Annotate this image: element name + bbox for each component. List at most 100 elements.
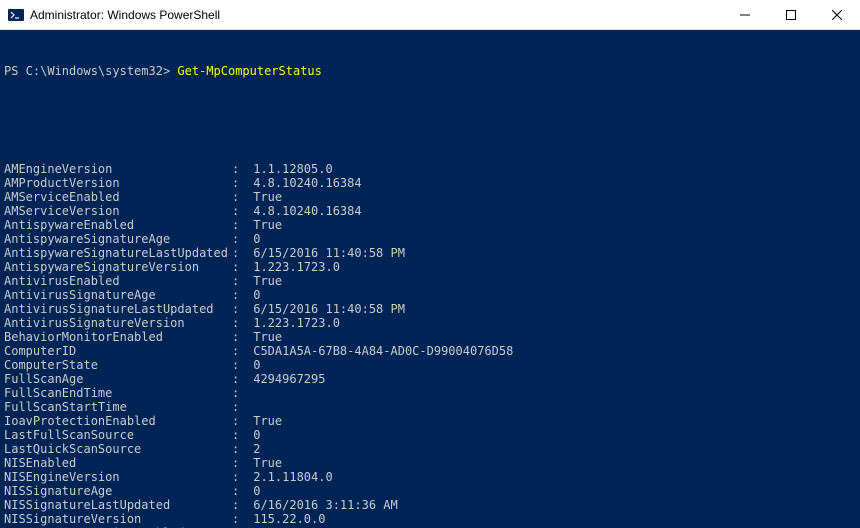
output-value: True [246, 414, 282, 428]
output-value: 1.1.12805.0 [246, 162, 333, 176]
output-separator: : [232, 274, 246, 288]
output-value: True [246, 330, 282, 344]
output-row: ComputerID: C5DA1A5A-67B8-4A84-AD0C-D990… [4, 344, 856, 358]
output-row: NISEnabled: True [4, 456, 856, 470]
output-value: 4.8.10240.16384 [246, 204, 362, 218]
output-key: ComputerState [4, 358, 232, 372]
output-separator: : [232, 246, 246, 260]
output-value: 6/15/2016 11:40:58 PM [246, 302, 405, 316]
output-value: 0 [246, 428, 260, 442]
output-row: ComputerState: 0 [4, 358, 856, 372]
output-row: FullScanAge: 4294967295 [4, 372, 856, 386]
output-key: AMProductVersion [4, 176, 232, 190]
output-value: 6/15/2016 11:40:58 PM [246, 246, 405, 260]
output-key: ComputerID [4, 344, 232, 358]
output-separator: : [232, 484, 246, 498]
output-value: True [246, 218, 282, 232]
output-value: 4.8.10240.16384 [246, 176, 362, 190]
output-key: FullScanAge [4, 372, 232, 386]
output-row: FullScanStartTime: [4, 400, 856, 414]
window-title: Administrator: Windows PowerShell [30, 8, 722, 22]
output-row: NISSignatureVersion: 115.22.0.0 [4, 512, 856, 526]
output-key: LastFullScanSource [4, 428, 232, 442]
window-controls [722, 0, 860, 29]
output-value: True [246, 456, 282, 470]
output-value: True [246, 190, 282, 204]
prompt-line-1: PS C:\Windows\system32> Get-MpComputerSt… [4, 64, 856, 78]
output-row: LastFullScanSource: 0 [4, 428, 856, 442]
output-separator: : [232, 456, 246, 470]
output-separator: : [232, 260, 246, 274]
output-value: 115.22.0.0 [246, 512, 325, 526]
output-separator: : [232, 330, 246, 344]
output-value: 4294967295 [246, 372, 325, 386]
output-row: AntispywareSignatureAge: 0 [4, 232, 856, 246]
output-value: 2 [246, 442, 260, 456]
output-separator: : [232, 442, 246, 456]
output-row: NISSignatureLastUpdated: 6/16/2016 3:11:… [4, 498, 856, 512]
maximize-button[interactable] [768, 0, 814, 29]
output-row: NISSignatureAge: 0 [4, 484, 856, 498]
minimize-button[interactable] [722, 0, 768, 29]
output-row: AntispywareSignatureLastUpdated: 6/15/20… [4, 246, 856, 260]
output-key: AntispywareSignatureVersion [4, 260, 232, 274]
output-separator: : [232, 204, 246, 218]
output-key: NISEngineVersion [4, 470, 232, 484]
output-key: AMServiceEnabled [4, 190, 232, 204]
output-row: LastQuickScanSource: 2 [4, 442, 856, 456]
output-separator: : [232, 414, 246, 428]
output-key: AntivirusSignatureVersion [4, 316, 232, 330]
output-row: AntispywareEnabled: True [4, 218, 856, 232]
output-separator: : [232, 512, 246, 526]
output-value: True [246, 274, 282, 288]
output-value: 2.1.11804.0 [246, 470, 333, 484]
prompt-prefix: PS C:\Windows\system32> [4, 64, 177, 78]
output-separator: : [232, 372, 246, 386]
output-key: LastQuickScanSource [4, 442, 232, 456]
output-row: AMServiceEnabled: True [4, 190, 856, 204]
output-row: AMEngineVersion: 1.1.12805.0 [4, 162, 856, 176]
output-key: NISSignatureLastUpdated [4, 498, 232, 512]
output-separator: : [232, 400, 246, 414]
output-value: 1.223.1723.0 [246, 316, 340, 330]
output-key: AntispywareEnabled [4, 218, 232, 232]
command-output: AMEngineVersion: 1.1.12805.0AMProductVer… [4, 162, 856, 528]
output-value: 0 [246, 288, 260, 302]
output-separator: : [232, 344, 246, 358]
prompt-command: Get-MpComputerStatus [177, 64, 322, 78]
output-row: AntivirusEnabled: True [4, 274, 856, 288]
output-row: IoavProtectionEnabled: True [4, 414, 856, 428]
terminal-area[interactable]: PS C:\Windows\system32> Get-MpComputerSt… [0, 30, 860, 528]
output-value: C5DA1A5A-67B8-4A84-AD0C-D99004076D58 [246, 344, 513, 358]
output-row: NISEngineVersion: 2.1.11804.0 [4, 470, 856, 484]
output-row: FullScanEndTime: [4, 386, 856, 400]
output-separator: : [232, 232, 246, 246]
output-row: AMServiceVersion: 4.8.10240.16384 [4, 204, 856, 218]
output-key: AntivirusSignatureLastUpdated [4, 302, 232, 316]
output-separator: : [232, 316, 246, 330]
output-row: AntivirusSignatureLastUpdated: 6/15/2016… [4, 302, 856, 316]
output-separator: : [232, 428, 246, 442]
output-separator: : [232, 288, 246, 302]
output-value: 1.223.1723.0 [246, 260, 340, 274]
output-key: AntispywareSignatureAge [4, 232, 232, 246]
close-button[interactable] [814, 0, 860, 29]
output-separator: : [232, 358, 246, 372]
output-key: NISSignatureAge [4, 484, 232, 498]
output-separator: : [232, 470, 246, 484]
output-separator: : [232, 218, 246, 232]
output-key: FullScanStartTime [4, 400, 232, 414]
output-row: AMProductVersion: 4.8.10240.16384 [4, 176, 856, 190]
output-value: 0 [246, 232, 260, 246]
output-separator: : [232, 498, 246, 512]
output-key: AntispywareSignatureLastUpdated [4, 246, 232, 260]
output-separator: : [232, 386, 246, 400]
output-key: AntivirusSignatureAge [4, 288, 232, 302]
output-separator: : [232, 162, 246, 176]
output-key: IoavProtectionEnabled [4, 414, 232, 428]
output-row: AntivirusSignatureAge: 0 [4, 288, 856, 302]
output-row: BehaviorMonitorEnabled: True [4, 330, 856, 344]
powershell-icon [8, 7, 24, 23]
output-row: AntivirusSignatureVersion: 1.223.1723.0 [4, 316, 856, 330]
output-key: BehaviorMonitorEnabled [4, 330, 232, 344]
